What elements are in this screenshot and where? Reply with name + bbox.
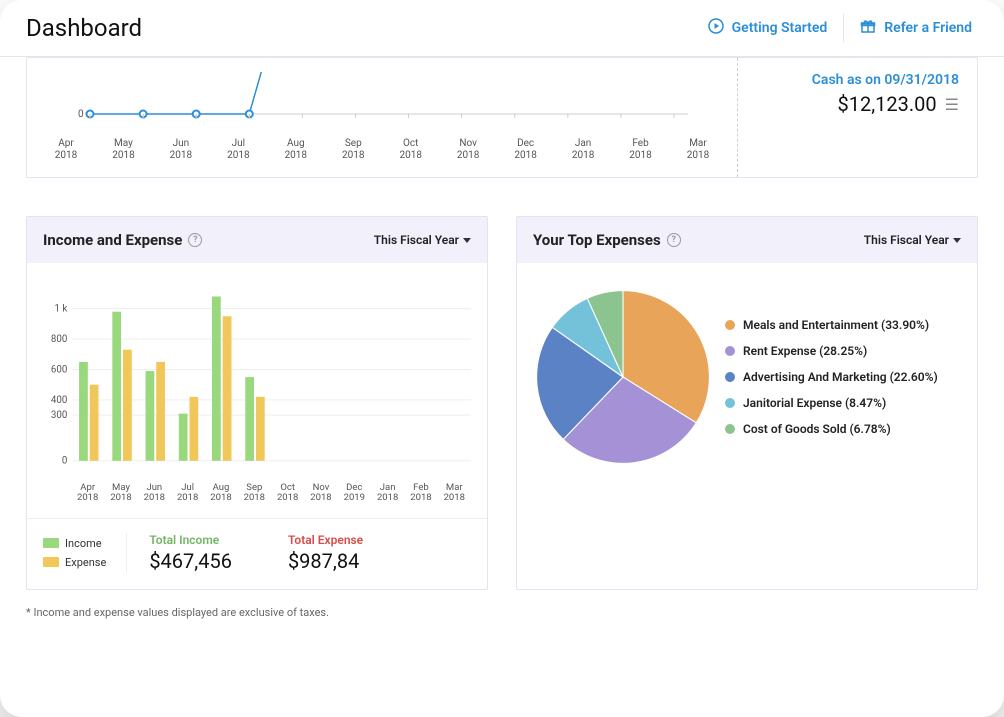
line-chart: 0 xyxy=(41,66,723,134)
x-axis-label: Sep2018 xyxy=(330,138,376,161)
top-expenses-title: Your Top Expenses xyxy=(533,231,661,249)
gift-icon xyxy=(860,18,876,38)
svg-text:0: 0 xyxy=(62,456,67,467)
cash-amount: $12,123.00 xyxy=(838,92,937,116)
cash-date-label: Cash as on 09/31/2018 xyxy=(756,72,959,88)
play-icon xyxy=(708,18,724,38)
svg-text:800: 800 xyxy=(51,334,67,345)
x-axis-label: Jan2018 xyxy=(371,483,404,504)
svg-text:300: 300 xyxy=(51,410,67,421)
income-expense-period-select[interactable]: This Fiscal Year xyxy=(374,233,471,247)
x-axis-label: Apr2018 xyxy=(43,138,89,161)
income-expense-card: Income and Expense ? This Fiscal Year 0 3… xyxy=(26,216,488,590)
svg-text:600: 600 xyxy=(51,364,67,375)
legend-item: Income xyxy=(43,537,106,550)
footnote: * Income and expense values displayed ar… xyxy=(26,606,978,619)
top-expenses-card: Your Top Expenses ? This Fiscal Year Mea… xyxy=(516,216,978,590)
svg-text:400: 400 xyxy=(51,395,67,406)
legend-item: Cost of Goods Sold (6.78%) xyxy=(725,422,938,436)
chevron-down-icon xyxy=(463,238,471,243)
x-axis-label: Jun2018 xyxy=(158,138,204,161)
x-axis-label: May2018 xyxy=(100,138,146,161)
total-income-value: $467,456 xyxy=(149,549,232,573)
x-axis-label: Aug2018 xyxy=(204,483,237,504)
x-axis-label: Aug2018 xyxy=(273,138,319,161)
bar-chart: 0 300 400 600 800 1 k xyxy=(43,281,471,481)
legend-item: Rent Expense (28.25%) xyxy=(725,344,938,358)
getting-started-link[interactable]: Getting Started xyxy=(692,14,845,42)
x-axis-label: Mar2018 xyxy=(675,138,721,161)
period-label: This Fiscal Year xyxy=(864,233,949,247)
x-axis-label: Jul2018 xyxy=(171,483,204,504)
svg-text:0: 0 xyxy=(78,109,84,120)
legend-item: Janitorial Expense (8.47%) xyxy=(725,396,938,410)
x-axis-label: Oct2018 xyxy=(271,483,304,504)
menu-icon[interactable]: ☰ xyxy=(945,95,959,114)
page-title: Dashboard xyxy=(26,14,142,42)
chevron-down-icon xyxy=(953,238,961,243)
x-axis-label: Sep2018 xyxy=(238,483,271,504)
x-axis-label: Oct2018 xyxy=(388,138,434,161)
x-axis-label: Feb2018 xyxy=(404,483,437,504)
x-axis-label: Feb2018 xyxy=(618,138,664,161)
legend-item: Meals and Entertainment (33.90%) xyxy=(725,318,938,332)
period-label: This Fiscal Year xyxy=(374,233,459,247)
cash-flow-strip: 0 Apr2018 May2018 Jun2018 Jul2018 Aug2018 Sep… xyxy=(26,57,978,178)
total-expense-value: $987,84 xyxy=(288,549,363,573)
x-axis-label: May2018 xyxy=(104,483,137,504)
help-icon[interactable]: ? xyxy=(667,233,681,247)
income-expense-title: Income and Expense xyxy=(43,231,182,249)
x-axis-label: Jun2018 xyxy=(138,483,171,504)
pie-chart xyxy=(533,287,713,467)
top-expenses-period-select[interactable]: This Fiscal Year xyxy=(864,233,961,247)
x-axis-label: Nov2018 xyxy=(445,138,491,161)
total-income-label: Total Income xyxy=(149,533,232,547)
x-axis-label: Jan2018 xyxy=(560,138,606,161)
total-expense-label: Total Expense xyxy=(288,533,363,547)
svg-text:1 k: 1 k xyxy=(55,304,68,315)
x-axis-label: Dec2018 xyxy=(503,138,549,161)
x-axis-label: Nov2018 xyxy=(304,483,337,504)
x-axis-label: Apr2018 xyxy=(71,483,104,504)
legend-item: Expense xyxy=(43,556,106,569)
x-axis-label: Jul2018 xyxy=(215,138,261,161)
refer-friend-label: Refer a Friend xyxy=(884,20,972,36)
x-axis-label: Dec2019 xyxy=(338,483,371,504)
x-axis-label: Mar2018 xyxy=(438,483,471,504)
getting-started-label: Getting Started xyxy=(732,20,828,36)
legend-item: Advertising And Marketing (22.60%) xyxy=(725,370,938,384)
refer-friend-link[interactable]: Refer a Friend xyxy=(844,14,978,42)
help-icon[interactable]: ? xyxy=(188,233,202,247)
